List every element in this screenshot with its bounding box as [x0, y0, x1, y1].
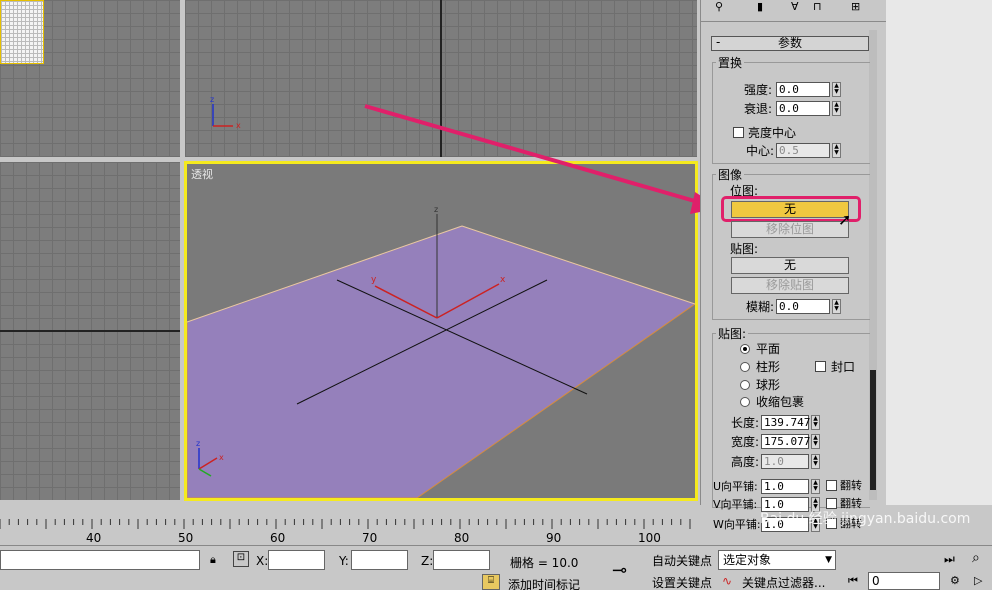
height-spinner[interactable]: ▲ ▼	[811, 454, 820, 469]
luminance-center-label: 亮度中心	[748, 126, 797, 140]
remove-modifier-icon[interactable]: ⊓	[813, 0, 822, 13]
mapping-option-cylindrical: 柱形	[756, 360, 781, 374]
remove-bitmap-button[interactable]: 移除位图	[731, 221, 849, 238]
decay-label: 衰退:	[744, 102, 773, 116]
mouse-cursor-icon: ➚	[838, 210, 852, 229]
timeline-ruler[interactable]: 40 50 60 70 80 90 100	[0, 515, 700, 545]
center-input[interactable]: 0.5	[776, 143, 830, 158]
callout-arrow	[364, 104, 700, 214]
timeline-tick-label: 40	[86, 531, 101, 545]
mapping-radio-planar[interactable]	[740, 344, 750, 354]
go-to-end-icon[interactable]: ⏭	[944, 552, 955, 567]
map-label: 贴图:	[730, 242, 759, 256]
modifier-stack-icon[interactable]: ▮	[757, 0, 763, 13]
cap-label: 封口	[831, 360, 856, 374]
height-input[interactable]: 1.0	[761, 454, 809, 469]
timeline-tick-label: 70	[362, 531, 377, 545]
mapping-radio-cylindrical[interactable]	[740, 362, 750, 372]
selection-dropdown[interactable]: 选定对象 ▼	[718, 550, 836, 570]
rollout-title: 参数	[777, 36, 802, 50]
mapping-group-title: 贴图:	[716, 325, 749, 342]
u-tile-spinner[interactable]: ▲ ▼	[811, 479, 820, 494]
decay-input[interactable]: 0.0	[776, 101, 830, 116]
unique-icon[interactable]: ∀	[791, 0, 799, 13]
timeline-tick-label: 50	[178, 531, 193, 545]
height-label: 高度:	[731, 455, 760, 469]
curve-icon: ∿	[722, 574, 733, 588]
mapping-option-shrinkwrap: 收缩包裹	[756, 395, 805, 409]
map-button[interactable]: 无	[731, 257, 849, 274]
remove-map-button[interactable]: 移除贴图	[731, 277, 849, 294]
w-tile-label: W向平铺:	[713, 518, 761, 531]
configure-icon[interactable]: ⊞	[851, 0, 860, 13]
mapping-radio-spherical[interactable]	[740, 380, 750, 390]
decay-spinner[interactable]: ▲ ▼	[832, 101, 841, 116]
mapping-option-planar: 平面	[756, 342, 781, 356]
blur-label: 模糊:	[746, 300, 775, 314]
displace-group-title: 置换	[716, 54, 745, 71]
panel-scrollbar-thumb[interactable]	[870, 370, 876, 490]
zoom-icon[interactable]: ⌕	[972, 550, 980, 566]
key-icon[interactable]: ⊸	[612, 560, 627, 581]
u-flip-checkbox[interactable]	[826, 480, 837, 491]
blur-input[interactable]: 0.0	[776, 299, 830, 314]
status-bar: 🔒︎ ⊡ X: Y: Z: 栅格 = 10.0 ⊸ 自动关键点 设置关键点 选定…	[0, 545, 992, 590]
watermark: Bai du 经验 jingyan.baidu.com	[760, 511, 971, 527]
timeline-tick-label: 80	[454, 531, 469, 545]
image-group-title: 图像	[716, 166, 745, 183]
time-config-icon[interactable]: ⚙	[950, 574, 960, 587]
timeline-tick-label: 100	[638, 531, 661, 545]
command-panel-tabs[interactable]: ⚲ ▮ ∀ ⊓ ⊞	[701, 0, 887, 22]
mapping-option-spherical: 球形	[756, 378, 781, 392]
u-tile-input[interactable]: 1.0	[761, 479, 809, 494]
width-label: 宽度:	[731, 435, 760, 449]
collapse-icon[interactable]: -	[716, 36, 720, 49]
timeline-tick-label: 90	[546, 531, 561, 545]
length-input[interactable]: 139.747	[761, 415, 810, 430]
viewport-area: z x 透视 y x z z x	[0, 0, 700, 505]
z-label: Z:	[421, 554, 434, 568]
rollout-parameters-header[interactable]: - 参数	[711, 36, 869, 51]
u-tile-label: U向平铺:	[713, 480, 758, 493]
blur-spinner[interactable]: ▲ ▼	[832, 299, 841, 314]
auto-key-button[interactable]: 自动关键点	[652, 552, 712, 569]
length-spinner[interactable]: ▲ ▼	[811, 415, 820, 430]
center-label: 中心:	[746, 144, 775, 158]
cap-checkbox[interactable]	[815, 361, 826, 372]
center-spinner[interactable]: ▲ ▼	[832, 143, 841, 158]
bitmap-button[interactable]: 无	[731, 201, 849, 218]
y-label: Y:	[339, 554, 349, 568]
strength-label: 强度:	[744, 83, 773, 97]
grid-status: 栅格 = 10.0	[510, 556, 579, 570]
set-key-button[interactable]: 设置关键点	[652, 574, 712, 590]
x-label: X:	[256, 554, 269, 568]
chevron-down-icon: ▼	[825, 555, 832, 565]
mapping-radio-shrinkwrap[interactable]	[740, 397, 750, 407]
prompt-field[interactable]	[0, 550, 200, 570]
absolute-mode-icon[interactable]: ⊡	[233, 551, 249, 567]
panel-right-edge	[886, 0, 992, 505]
play-icon[interactable]: ▷	[974, 574, 982, 587]
strength-input[interactable]: 0.0	[776, 82, 830, 97]
add-time-tag[interactable]: 添加时间标记	[508, 576, 580, 590]
luminance-center-checkbox[interactable]	[733, 127, 744, 138]
timeline-ticks: 40 50 60 70 80 90 100	[0, 519, 691, 545]
y-coordinate-field[interactable]	[351, 550, 408, 570]
lock-icon[interactable]: 🔒︎	[210, 553, 216, 567]
time-tag-icon[interactable]: ⌸	[482, 574, 500, 590]
timeline-tick-label: 60	[270, 531, 285, 545]
go-to-start-icon[interactable]: ⏮	[848, 574, 858, 588]
strength-spinner[interactable]: ▲ ▼	[832, 82, 841, 97]
width-input[interactable]: 175.077	[761, 434, 810, 449]
u-flip-label: 翻转	[840, 479, 862, 492]
x-coordinate-field[interactable]	[268, 550, 325, 570]
v-tile-label: V向平铺:	[713, 498, 758, 511]
selection-dropdown-value: 选定对象	[723, 553, 772, 567]
key-filters-button[interactable]: 关键点过滤器...	[742, 574, 825, 590]
z-coordinate-field[interactable]	[433, 550, 490, 570]
length-label: 长度:	[731, 416, 760, 430]
current-frame-field[interactable]: 0	[868, 572, 940, 590]
pin-icon[interactable]: ⚲	[715, 0, 723, 13]
width-spinner[interactable]: ▲ ▼	[811, 434, 820, 449]
